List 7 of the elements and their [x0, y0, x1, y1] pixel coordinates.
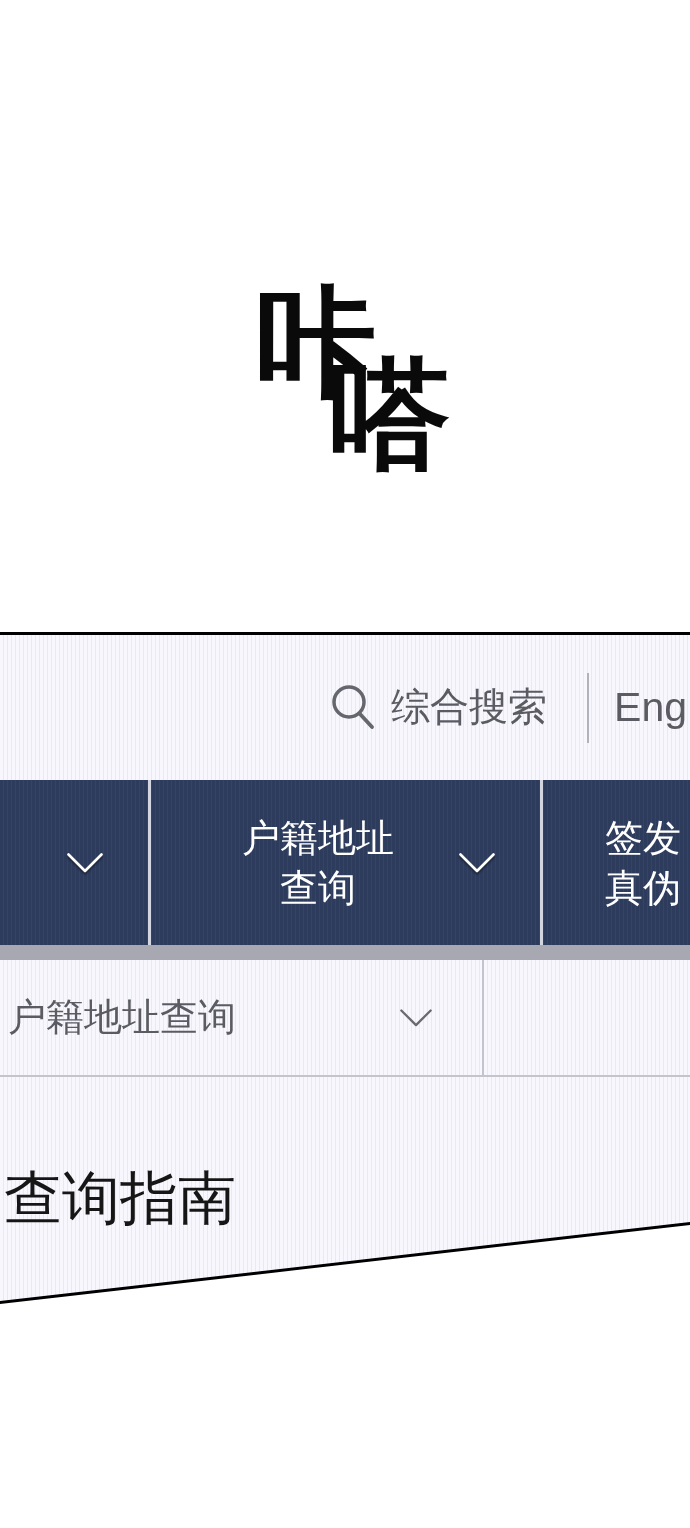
search-icon	[331, 684, 376, 731]
subnav-dropdown[interactable]: 户籍地址查询	[0, 960, 482, 1075]
sound-effect-text: 咔嗒	[256, 284, 450, 476]
language-link[interactable]: Eng	[614, 682, 687, 733]
page-heading: 查询指南	[4, 1163, 236, 1233]
search-button[interactable]: 综合搜索	[331, 684, 548, 731]
chevron-down-icon	[400, 1008, 432, 1027]
